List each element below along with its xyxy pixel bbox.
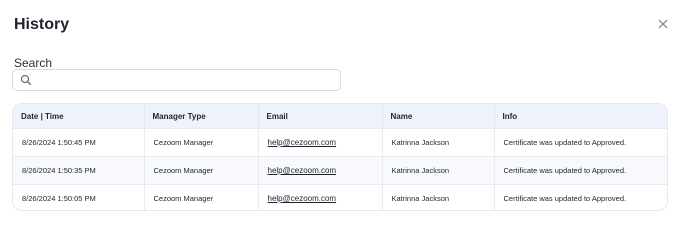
- email-cell: help@cezoom.com: [258, 184, 383, 210]
- table-row: 8/26/2024 1:50:05 PM Cezoom Manager help…: [13, 184, 667, 210]
- date-time-cell: 8/26/2024 1:50:35 PM: [13, 156, 145, 185]
- dialog-title: History: [14, 16, 70, 33]
- table-row: 8/26/2024 1:50:35 PM Cezoom Manager help…: [13, 156, 667, 185]
- email-link[interactable]: help@cezoom.com: [268, 138, 337, 147]
- email-cell: help@cezoom.com: [258, 128, 383, 157]
- date-time-cell: 8/26/2024 1:50:45 PM: [13, 128, 145, 157]
- search-input[interactable]: [39, 71, 333, 90]
- column-header-date-time: Date | Time: [13, 104, 145, 129]
- name-cell: Katrinna Jackson: [382, 184, 495, 210]
- column-header-info: Info: [494, 104, 667, 129]
- search-field[interactable]: [12, 69, 341, 91]
- manager-type-cell: Cezoom Manager: [144, 156, 259, 185]
- name-cell: Katrinna Jackson: [382, 156, 495, 185]
- search-icon: [20, 74, 32, 86]
- table-row: 8/26/2024 1:50:45 PM Cezoom Manager help…: [13, 128, 667, 157]
- info-cell: Certificate was updated to Approved.: [494, 128, 667, 157]
- name-cell: Katrinna Jackson: [382, 128, 495, 157]
- column-header-email: Email: [258, 104, 383, 129]
- email-link[interactable]: help@cezoom.com: [268, 166, 337, 175]
- info-cell: Certificate was updated to Approved.: [494, 156, 667, 185]
- column-header-manager-type: Manager Type: [144, 104, 259, 129]
- table-header-row: Date | Time Manager Type Email Name Info: [13, 104, 667, 129]
- search-label: Search: [14, 56, 53, 70]
- manager-type-cell: Cezoom Manager: [144, 128, 259, 157]
- close-icon[interactable]: [655, 16, 671, 32]
- history-table: Date | Time Manager Type Email Name Info…: [12, 103, 668, 211]
- email-link[interactable]: help@cezoom.com: [268, 194, 337, 203]
- date-time-cell: 8/26/2024 1:50:05 PM: [13, 184, 145, 210]
- column-header-name: Name: [382, 104, 495, 129]
- info-cell: Certificate was updated to Approved.: [494, 184, 667, 210]
- email-cell: help@cezoom.com: [258, 156, 383, 185]
- manager-type-cell: Cezoom Manager: [144, 184, 259, 210]
